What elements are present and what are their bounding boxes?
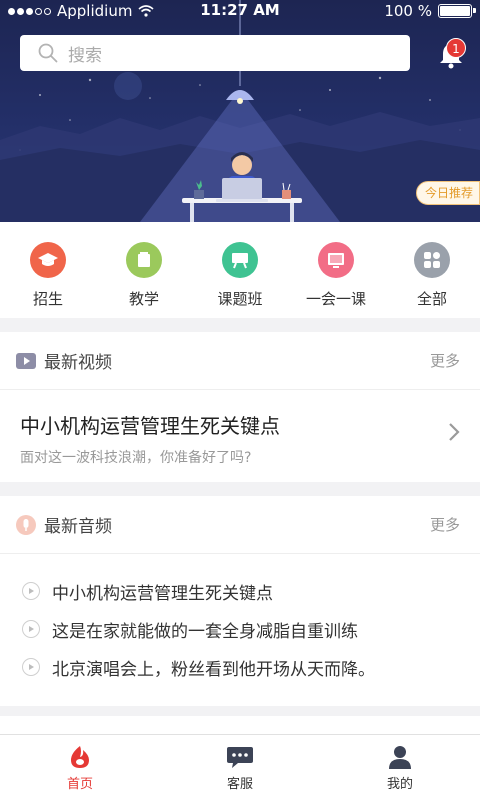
search-bar[interactable]: 搜索 bbox=[20, 35, 410, 71]
video-more-link[interactable]: 更多 bbox=[430, 350, 460, 371]
next-section-card bbox=[0, 716, 480, 734]
latest-audio-card: 最新音频 更多 中小机构运营管理生死关键点 这是在家就能做的一套全身减脂自重训练… bbox=[0, 496, 480, 706]
category-grid: 招生 教学 课题班 一会一课 全部 bbox=[0, 222, 480, 318]
tab-home[interactable]: 首页 bbox=[0, 735, 160, 800]
search-icon bbox=[38, 43, 58, 63]
category-all[interactable]: 全部 bbox=[384, 222, 480, 318]
bottom-tab-bar: 首页 客服 我的 bbox=[0, 734, 480, 800]
graduation-cap-icon bbox=[30, 242, 66, 278]
category-label: 课题班 bbox=[217, 290, 263, 308]
audio-list-item[interactable]: 这是在家就能做的一套全身减脂自重训练 bbox=[0, 610, 480, 648]
category-label: 招生 bbox=[32, 290, 63, 308]
audio-list: 中小机构运营管理生死关键点 这是在家就能做的一套全身减脂自重训练 北京演唱会上，… bbox=[0, 554, 480, 686]
category-label: 一会一课 bbox=[305, 290, 366, 308]
audio-section-header: 最新音频 更多 bbox=[0, 496, 480, 554]
category-label: 全部 bbox=[416, 290, 447, 308]
microphone-icon bbox=[16, 514, 36, 535]
audio-section-title: 最新音频 bbox=[44, 517, 112, 537]
search-placeholder: 搜索 bbox=[68, 45, 102, 66]
play-icon[interactable] bbox=[22, 582, 40, 600]
tab-label: 我的 bbox=[386, 777, 413, 792]
video-list-item[interactable]: 中小机构运营管理生死关键点 面对这一波科技浪潮，你准备好了吗? bbox=[0, 390, 480, 470]
category-one-meeting-one-lesson[interactable]: 一会一课 bbox=[288, 222, 384, 318]
category-teaching[interactable]: 教学 bbox=[96, 222, 192, 318]
video-section-header: 最新视频 更多 bbox=[0, 332, 480, 390]
tab-label: 首页 bbox=[66, 777, 93, 792]
screen-icon bbox=[318, 242, 354, 278]
video-section-title: 最新视频 bbox=[44, 353, 112, 373]
category-label: 教学 bbox=[128, 290, 159, 308]
video-icon bbox=[16, 352, 36, 369]
audio-list-item[interactable]: 中小机构运营管理生死关键点 bbox=[0, 572, 480, 610]
category-topic-class[interactable]: 课题班 bbox=[192, 222, 288, 318]
hero-banner[interactable]: Applidium 11:27 AM 100 % 搜索 1 今日推荐 bbox=[0, 0, 480, 222]
play-icon[interactable] bbox=[22, 658, 40, 676]
today-recommend-tag[interactable]: 今日推荐 bbox=[415, 181, 480, 205]
video-title: 中小机构运营管理生死关键点 bbox=[20, 414, 280, 438]
tab-customer-service[interactable]: 客服 bbox=[160, 735, 320, 800]
notification-badge: 1 bbox=[446, 38, 466, 58]
book-icon bbox=[126, 242, 162, 278]
banner-illustration bbox=[0, 0, 480, 222]
latest-video-card: 最新视频 更多 中小机构运营管理生死关键点 面对这一波科技浪潮，你准备好了吗? bbox=[0, 332, 480, 482]
audio-title: 中小机构运营管理生死关键点 bbox=[52, 583, 273, 604]
battery-percent: 100 % bbox=[384, 2, 432, 20]
easel-icon bbox=[222, 242, 258, 278]
grid-icon bbox=[414, 242, 450, 278]
user-icon bbox=[389, 746, 411, 769]
video-subtitle: 面对这一波科技浪潮，你准备好了吗? bbox=[20, 450, 252, 466]
chevron-right-icon bbox=[449, 423, 460, 441]
play-icon[interactable] bbox=[22, 620, 40, 638]
chat-icon bbox=[227, 747, 253, 768]
audio-more-link[interactable]: 更多 bbox=[430, 514, 460, 535]
tab-label: 客服 bbox=[226, 777, 253, 792]
tab-profile[interactable]: 我的 bbox=[320, 735, 480, 800]
audio-list-item[interactable]: 北京演唱会上，粉丝看到他开场从天而降。 bbox=[0, 648, 480, 686]
audio-title: 这是在家就能做的一套全身减脂自重训练 bbox=[52, 621, 358, 642]
category-enrollment[interactable]: 招生 bbox=[0, 222, 96, 318]
battery-icon bbox=[438, 4, 476, 18]
status-bar: Applidium 11:27 AM 100 % bbox=[0, 0, 480, 22]
audio-title: 北京演唱会上，粉丝看到他开场从天而降。 bbox=[52, 659, 375, 680]
home-icon bbox=[71, 746, 89, 768]
